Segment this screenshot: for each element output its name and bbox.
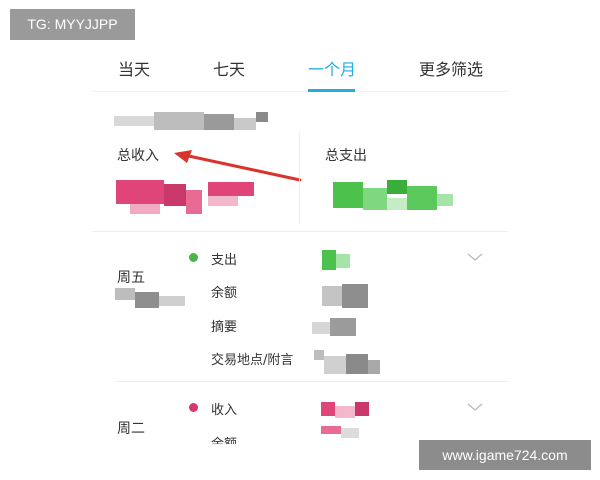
expand-chevron-icon[interactable] [467, 252, 483, 262]
redacted-balance-value [321, 426, 361, 440]
redacted-amount-value [321, 402, 371, 420]
field-label-summary: 摘要 [211, 320, 238, 335]
redacted-transaction-date [115, 288, 187, 310]
expense-dot-icon [189, 253, 198, 262]
expand-chevron-icon[interactable] [467, 402, 483, 412]
redacted-account-info [114, 112, 274, 134]
transaction-type-label: 收入 [211, 403, 238, 418]
summary-divider [299, 132, 300, 224]
tab-today[interactable]: 当天 [118, 56, 150, 80]
tab-seven-days[interactable]: 七天 [213, 56, 245, 80]
transaction-divider [116, 381, 508, 382]
redacted-location-value [314, 350, 382, 376]
total-income-label: 总收入 [117, 148, 159, 164]
site-watermark: www.igame724.com [419, 440, 591, 470]
period-tab-bar: 当天 七天 一个月 更多筛选 [92, 48, 508, 92]
field-label-balance: 余额 [211, 437, 238, 452]
redacted-summary-value [312, 318, 360, 338]
income-dot-icon [189, 403, 198, 412]
transaction-day: 周二 [117, 421, 145, 437]
redacted-income-amount [116, 180, 256, 216]
total-expense-label: 总支出 [325, 148, 367, 164]
tab-one-month[interactable]: 一个月 [308, 56, 356, 80]
active-tab-indicator [308, 89, 355, 92]
redacted-amount-value [322, 250, 352, 270]
tg-badge: TG: MYYJJPP [10, 9, 135, 40]
transaction-type-label: 支出 [211, 253, 238, 268]
annotation-arrow-icon [174, 150, 302, 182]
field-label-location-note: 交易地点/附言 [211, 353, 294, 368]
summary-bottom-divider [92, 231, 508, 232]
redacted-expense-amount [333, 180, 457, 216]
field-label-balance: 余额 [211, 286, 238, 301]
redacted-balance-value [322, 284, 370, 310]
transaction-day: 周五 [117, 270, 145, 286]
tab-more-filters[interactable]: 更多筛选 [419, 56, 483, 80]
